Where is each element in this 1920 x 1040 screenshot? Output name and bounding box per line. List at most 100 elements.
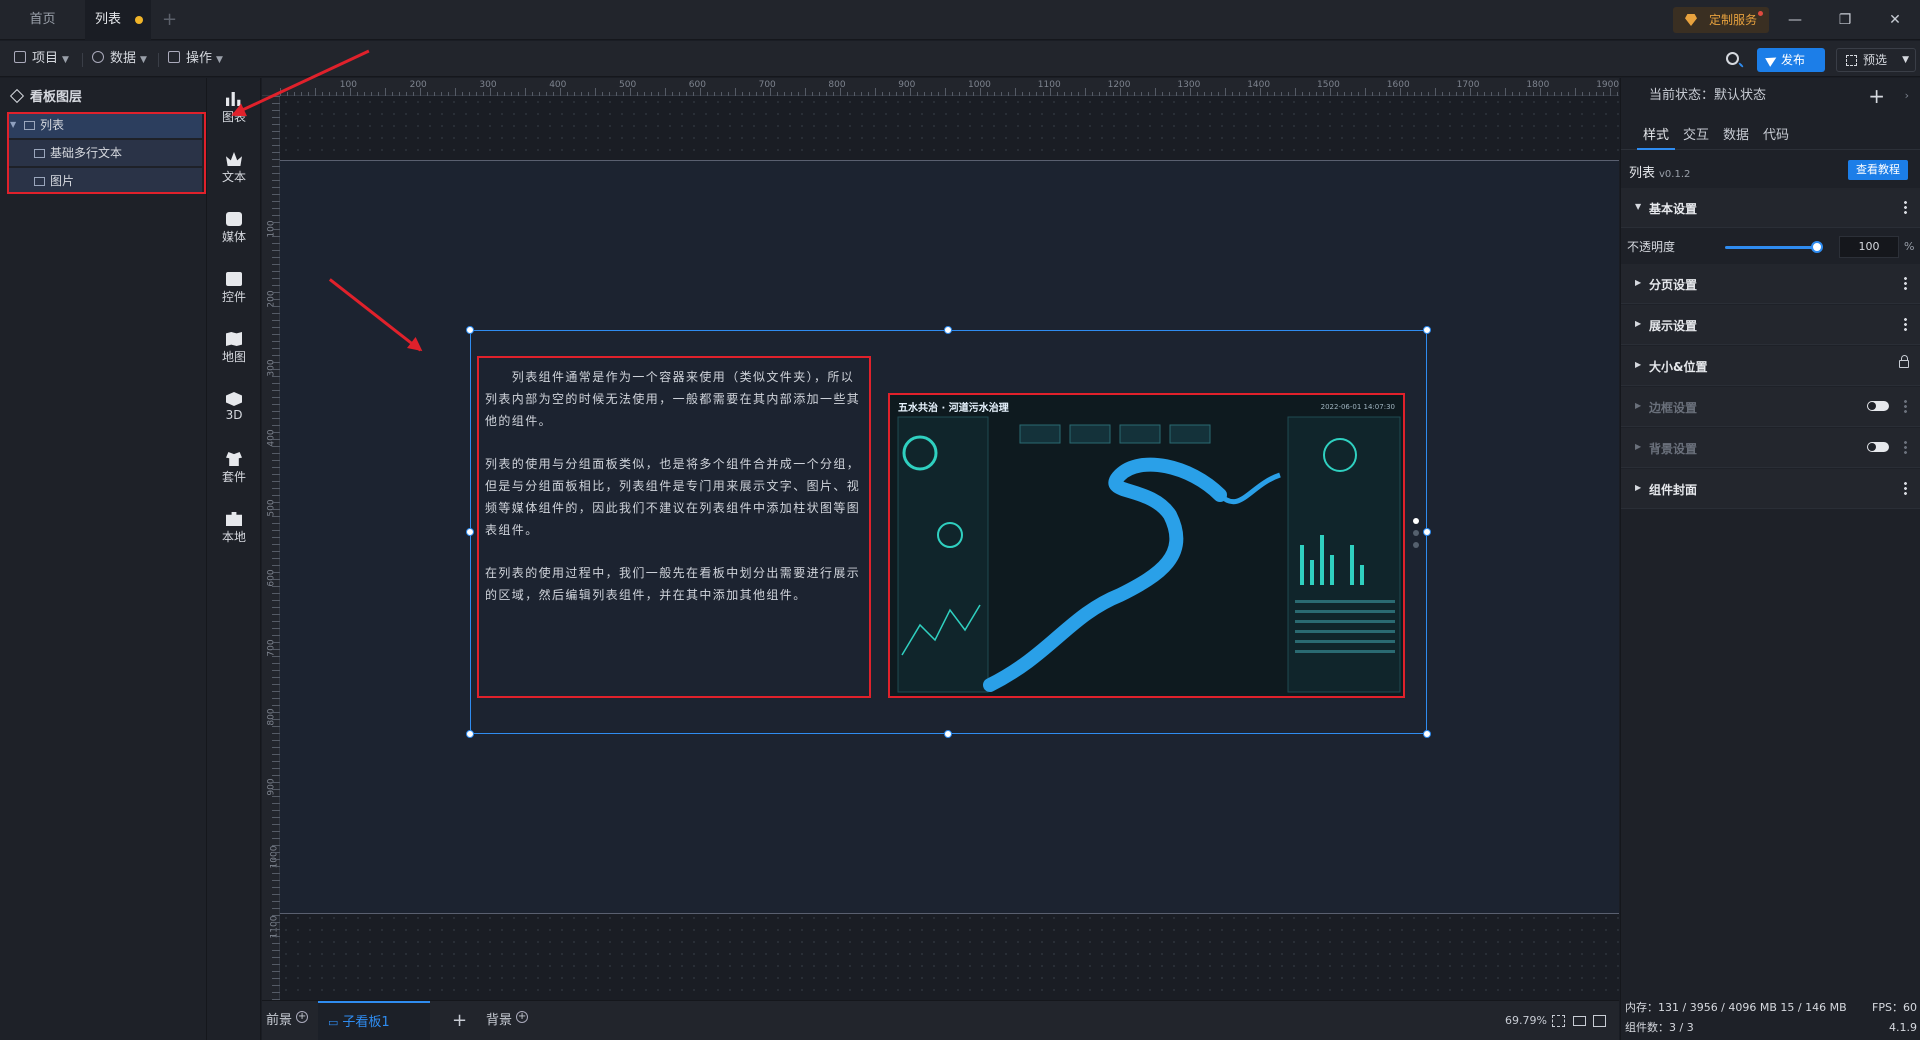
resize-handle[interactable] — [944, 730, 952, 738]
pagination-dot[interactable] — [1413, 530, 1419, 536]
ruler-tick — [1057, 92, 1058, 96]
ruler-tick — [1043, 92, 1044, 96]
more-icon[interactable] — [1904, 317, 1907, 331]
section-basic-settings[interactable]: ▼ 基本设置 — [1621, 188, 1920, 228]
ruler-tick — [679, 92, 680, 96]
ruler-tick — [272, 705, 280, 706]
ruler-tick — [847, 92, 848, 96]
custom-service-button[interactable]: 定制服务 — [1673, 7, 1769, 33]
close-button[interactable]: ✕ — [1870, 0, 1920, 40]
tab-foreground[interactable]: 前景 + — [266, 1001, 309, 1040]
ruler-tick — [272, 173, 280, 174]
resize-handle[interactable] — [466, 528, 474, 536]
border-toggle[interactable] — [1867, 401, 1889, 411]
ruler-tick — [272, 376, 280, 377]
tab-interaction[interactable]: 交互 — [1677, 124, 1715, 150]
add-state-button[interactable]: + — [1868, 78, 1885, 114]
tab-list[interactable]: 列表 — [85, 0, 151, 40]
ruler-tick — [1120, 88, 1121, 96]
ruler-tick — [272, 313, 280, 314]
opacity-slider-handle[interactable] — [1811, 241, 1823, 253]
restore-button[interactable]: ❐ — [1820, 0, 1870, 40]
ruler-tick — [272, 964, 280, 965]
add-circle-icon[interactable]: + — [516, 1011, 529, 1023]
ruler-tick — [1337, 92, 1338, 96]
section-background-settings[interactable]: ▶ 背景设置 — [1621, 428, 1920, 468]
ruler-tick — [392, 92, 393, 96]
menu-bar: 项目 ▼ 数据 ▼ 操作 ▼ 发布 预选 ▼ — [0, 41, 1920, 77]
component-map[interactable]: 地图 — [207, 324, 261, 374]
resize-handle[interactable] — [1423, 326, 1431, 334]
operate-menu[interactable]: 操作 ▼ — [168, 49, 223, 69]
image-widget[interactable]: 五水共治 · 河道污水治理 2022-06-01 14:07:30 — [888, 393, 1405, 698]
ruler-tick — [272, 684, 280, 685]
ruler-tick — [272, 992, 280, 993]
ruler-tick — [1596, 92, 1597, 96]
opacity-input[interactable]: 100 — [1839, 236, 1899, 258]
ruler-tick — [1316, 92, 1317, 96]
pagination-dot[interactable] — [1413, 518, 1419, 524]
fit-screen-icon[interactable] — [1552, 1015, 1565, 1027]
resize-handle[interactable] — [466, 326, 474, 334]
add-board-button[interactable]: + — [452, 1001, 467, 1040]
more-icon[interactable] — [1904, 399, 1907, 413]
chevron-right-icon[interactable]: › — [1905, 78, 1909, 114]
ruler-tick — [272, 404, 280, 405]
keyboard-icon[interactable] — [1573, 1016, 1586, 1026]
more-icon[interactable] — [1904, 440, 1907, 454]
tab-data[interactable]: 数据 — [1717, 124, 1755, 150]
lock-icon[interactable] — [1899, 355, 1909, 368]
background-toggle[interactable] — [1867, 442, 1889, 452]
multiline-text-widget[interactable]: 列表组件通常是作为一个容器来使用（类似文件夹），所以列表内部为空的时候无法使用，… — [477, 356, 871, 698]
ruler-tick — [272, 677, 280, 678]
ruler-label: 1700 — [1456, 80, 1480, 90]
component-local[interactable]: 本地 — [207, 504, 261, 554]
minimize-button[interactable]: — — [1770, 0, 1820, 40]
tab-code[interactable]: 代码 — [1757, 124, 1795, 150]
pagination-dot[interactable] — [1413, 542, 1419, 548]
more-icon[interactable] — [1904, 200, 1907, 214]
resize-handle[interactable] — [466, 730, 474, 738]
add-tab-button[interactable]: + — [162, 0, 182, 40]
resize-handle[interactable] — [944, 326, 952, 334]
opacity-slider[interactable] — [1725, 246, 1815, 249]
suite-icon — [226, 452, 242, 466]
component-3d[interactable]: 3D — [207, 384, 261, 434]
tab-home[interactable]: 首页 — [0, 0, 85, 40]
component-media[interactable]: 媒体 — [207, 204, 261, 254]
preview-button[interactable]: 预选 ▼ — [1836, 48, 1916, 72]
more-icon[interactable] — [1904, 276, 1907, 290]
tab-background[interactable]: 背景 + — [486, 1001, 529, 1040]
section-size-position[interactable]: ▶ 大小&位置 — [1621, 346, 1920, 386]
section-component-cover[interactable]: ▶ 组件封面 — [1621, 469, 1920, 509]
ruler-tick — [651, 92, 652, 96]
resize-handle[interactable] — [1423, 528, 1431, 536]
tab-style[interactable]: 样式 — [1637, 124, 1675, 150]
ruler-tick — [1204, 92, 1205, 96]
ruler-tick — [994, 92, 995, 96]
tab-sub-board[interactable]: ▭ 子看板1 — [318, 1001, 430, 1040]
ruler-tick — [1330, 88, 1331, 96]
search-button[interactable] — [1723, 49, 1745, 71]
more-icon[interactable] — [1904, 481, 1907, 495]
section-paging-settings[interactable]: ▶ 分页设置 — [1621, 264, 1920, 304]
ruler-tick — [1078, 92, 1079, 96]
resize-handle[interactable] — [1423, 730, 1431, 738]
publish-button[interactable]: 发布 — [1757, 48, 1825, 72]
ruler-tick — [595, 88, 596, 96]
add-circle-icon[interactable]: + — [296, 1011, 309, 1023]
section-display-settings[interactable]: ▶ 展示设置 — [1621, 305, 1920, 345]
ruler-tick — [272, 950, 280, 951]
terminal-icon[interactable] — [1593, 1015, 1606, 1027]
component-suite[interactable]: 套件 — [207, 444, 261, 494]
component-text[interactable]: 文本 — [207, 144, 261, 194]
project-menu[interactable]: 项目 ▼ — [14, 49, 69, 69]
component-control[interactable]: 控件 — [207, 264, 261, 314]
data-menu[interactable]: 数据 ▼ — [92, 49, 147, 69]
ruler-tick — [272, 747, 280, 748]
zoom-level[interactable]: 69.79% — [1505, 1014, 1547, 1027]
view-tutorial-button[interactable]: 查看教程 — [1848, 160, 1908, 180]
ruler-tick — [1561, 92, 1562, 96]
ruler-tick — [868, 92, 869, 96]
section-border-settings[interactable]: ▶ 边框设置 — [1621, 387, 1920, 427]
